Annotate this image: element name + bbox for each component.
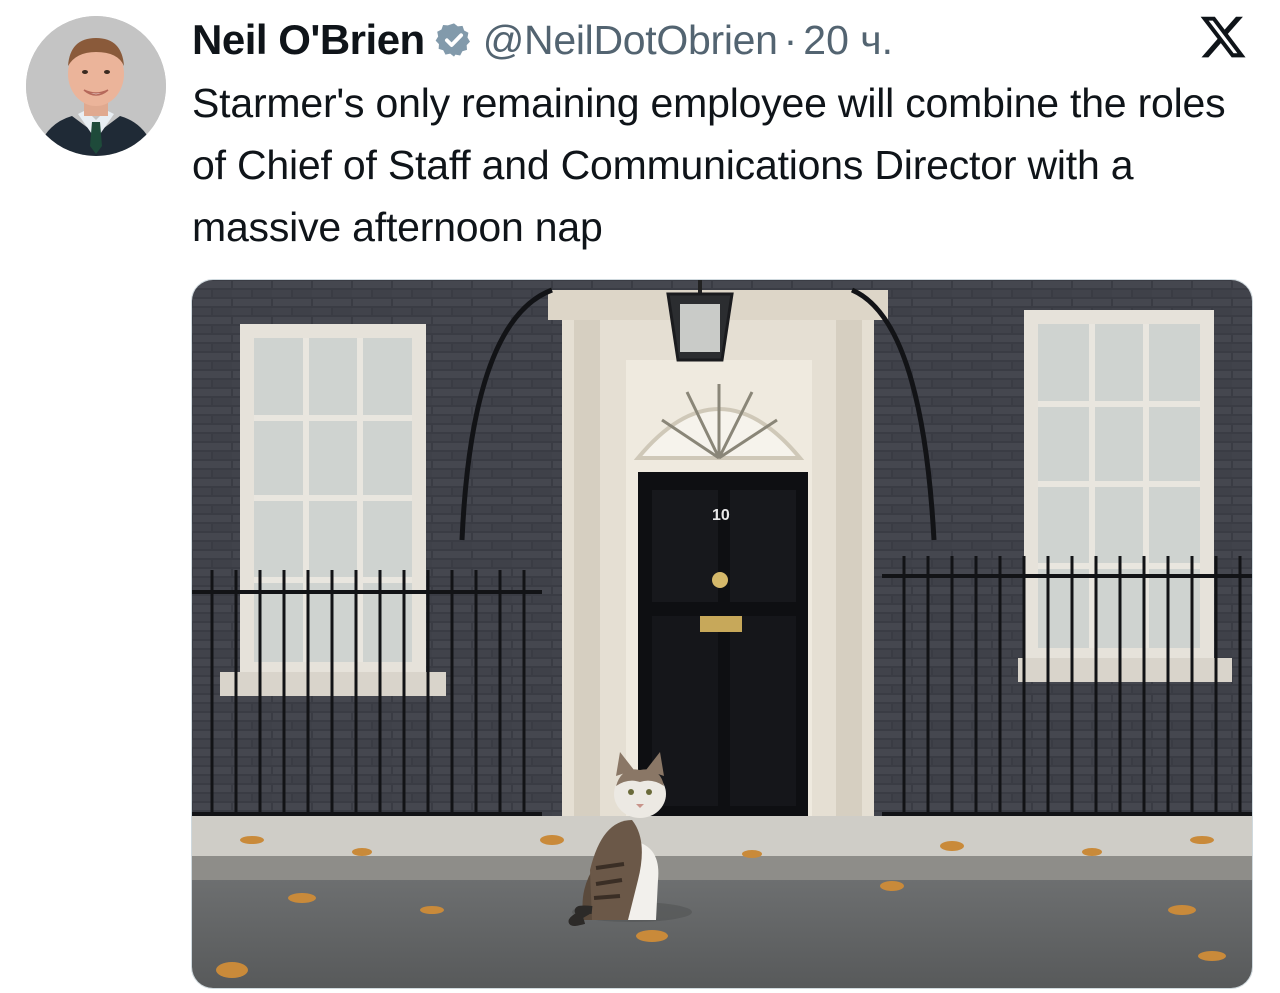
door-number: 10 <box>712 507 730 524</box>
tweet-timestamp[interactable]: 20 ч. <box>803 17 893 64</box>
tweet-media-image[interactable]: 10 <box>191 279 1253 989</box>
tweet-card: Neil O'Brien @NeilDotObrien · 20 ч. Star… <box>0 0 1280 993</box>
author-name[interactable]: Neil O'Brien <box>192 16 425 64</box>
tweet-header: Neil O'Brien @NeilDotObrien · 20 ч. <box>192 12 893 68</box>
tweet-text: Starmer's only remaining employee will c… <box>192 80 1226 250</box>
author-avatar[interactable] <box>26 16 166 156</box>
verified-badge-icon <box>435 21 473 59</box>
author-handle[interactable]: @NeilDotObrien <box>483 17 778 64</box>
header-separator: · <box>783 16 798 63</box>
x-logo-icon[interactable] <box>1198 12 1248 62</box>
